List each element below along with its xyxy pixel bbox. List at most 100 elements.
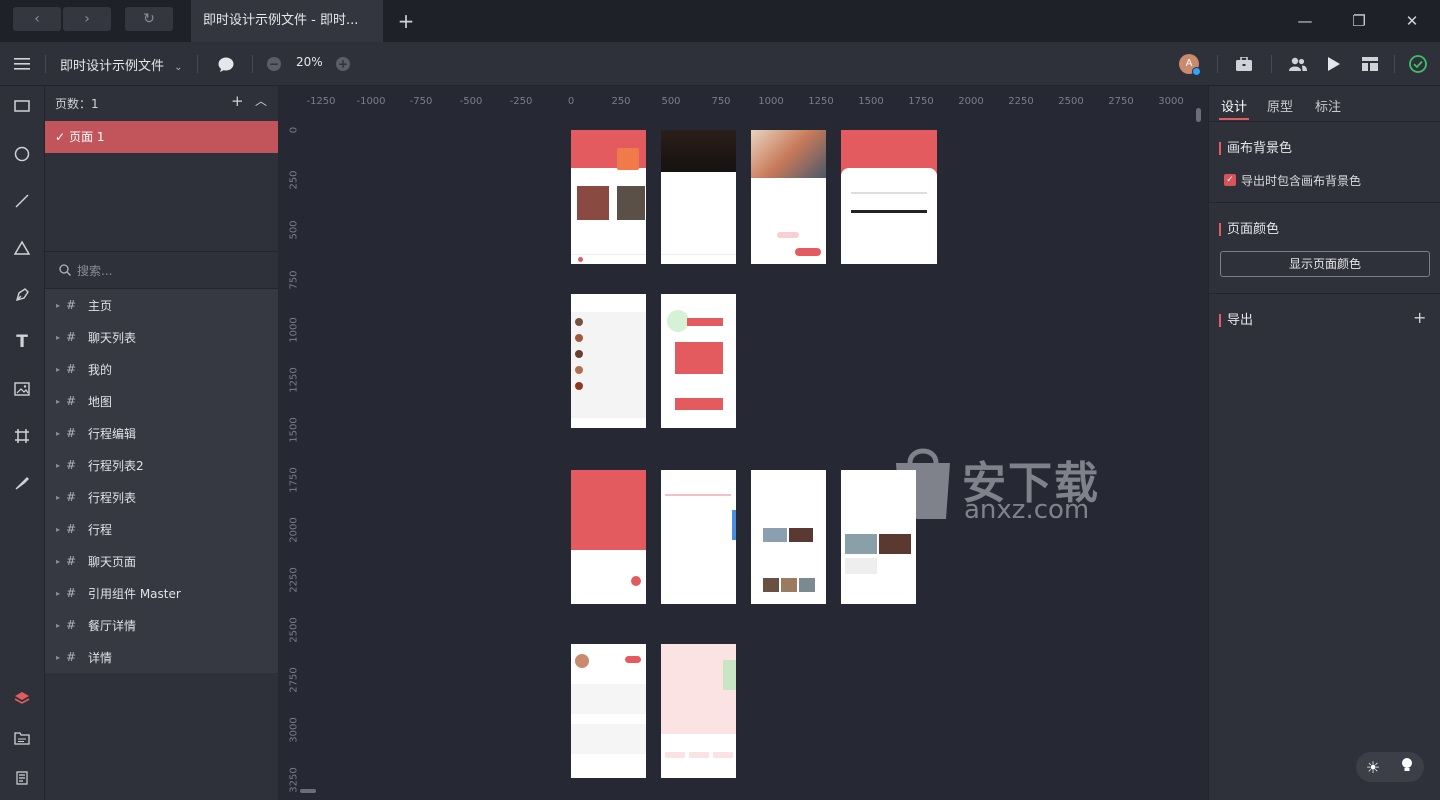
artboard-restaurant-detail[interactable] [571,644,646,778]
saved-status[interactable] [1408,53,1428,75]
slice-tool[interactable] [10,471,34,495]
caret-right-icon[interactable]: ▸ [56,589,66,598]
caret-right-icon[interactable]: ▸ [56,493,66,502]
canvas[interactable]: -1250 -1000 -750 -500 -250 0 250 500 750 1000 1250… [278,86,1208,800]
export-bg-checkbox[interactable]: ✓ [1224,174,1236,186]
layer-item[interactable]: ▸ # 我的 [45,353,278,385]
frame-tool[interactable] [10,424,34,448]
layout-button[interactable] [1360,53,1380,75]
layer-item[interactable]: ▸ # 行程编辑 [45,417,278,449]
layout-icon [1362,57,1378,71]
artboard-trip-list[interactable] [571,470,646,604]
artboard-detail[interactable] [661,644,736,778]
layer-item[interactable]: ▸ # 引用组件 Master [45,577,278,609]
caret-right-icon[interactable]: ▸ [56,365,66,374]
theme-toggle[interactable]: ☀ [1366,758,1380,777]
layer-item[interactable]: ▸ # 详情 [45,641,278,673]
layer-item[interactable]: ▸ # 主页 [45,289,278,321]
preview-button[interactable] [1325,53,1343,75]
title-bar: ‹ › ↻ 即时设计示例文件 - 即时... + — ❐ ✕ [0,0,1440,42]
rectangle-icon [14,100,30,112]
tab-design[interactable]: 设计 [1221,96,1247,115]
plugins-button[interactable] [1234,53,1254,75]
components-tab[interactable] [10,766,34,790]
artboard-profile[interactable] [751,130,826,264]
caret-right-icon[interactable]: ▸ [56,557,66,566]
layers-tab[interactable] [10,686,34,710]
document-tab[interactable]: 即时设计示例文件 - 即时... [191,0,383,42]
zoom-in-button[interactable]: + [335,53,351,75]
active-tab-indicator [1219,118,1249,120]
show-page-color-button[interactable]: 显示页面颜色 [1220,251,1430,277]
artboard-trip-list-2[interactable] [661,294,736,428]
minimize-button[interactable]: — [1292,10,1318,32]
add-page-button[interactable]: + [231,92,244,110]
artboard-chat-list[interactable] [661,130,736,264]
add-export-button[interactable]: + [1413,308,1426,327]
menu-button[interactable] [12,53,32,75]
tab-annotate[interactable]: 标注 [1315,96,1341,115]
layer-item[interactable]: ▸ # 行程列表2 [45,449,278,481]
main-toolbar: 即时设计示例文件 ⌄ − 20% + A [0,42,1440,86]
artboard-home[interactable] [571,130,646,264]
layer-item[interactable]: ▸ # 聊天列表 [45,321,278,353]
caret-right-icon[interactable]: ▸ [56,429,66,438]
zoom-out-button[interactable]: − [266,53,282,75]
user-avatar[interactable]: A [1178,53,1201,76]
caret-right-icon[interactable]: ▸ [56,653,66,662]
ruler-tick-label: 2500 [1058,96,1084,107]
text-tool[interactable]: T [10,330,34,354]
ruler-tick-label: 3250 [288,767,300,793]
zoom-level[interactable]: 20% [296,55,323,69]
close-button[interactable]: ✕ [1399,10,1425,32]
ellipse-tool[interactable] [10,142,34,166]
caret-right-icon[interactable]: ▸ [56,333,66,342]
share-button[interactable] [1288,53,1308,75]
artboard-chat-page[interactable] [751,470,826,604]
layers-icon [14,692,30,704]
pen-tool[interactable] [10,283,34,307]
layer-item[interactable]: ▸ # 行程列表 [45,481,278,513]
divider [197,55,198,73]
layer-item[interactable]: ▸ # 聊天页面 [45,545,278,577]
layer-label: 详情 [88,650,113,665]
restore-button[interactable]: ❐ [1346,10,1372,32]
forward-button[interactable]: › [63,7,111,31]
new-tab-button[interactable]: + [396,10,416,32]
vertical-ruler: 0 250 500 750 1000 1250 1500 1750 2000 2250 2500 27… [278,116,308,800]
book-icon [16,771,28,785]
horizontal-scrollbar[interactable] [300,789,316,793]
caret-right-icon[interactable]: ▸ [56,525,66,534]
artboard-component-master[interactable] [841,470,916,604]
tab-prototype[interactable]: 原型 [1267,96,1293,115]
reload-button[interactable]: ↻ [125,7,173,31]
artboard-map[interactable] [841,130,937,264]
line-tool[interactable] [10,189,34,213]
assets-tab[interactable] [10,726,34,750]
back-button[interactable]: ‹ [13,7,61,31]
search-input[interactable]: 搜索... [77,262,112,279]
collapse-pages-button[interactable]: ︿ [255,92,267,109]
layer-item[interactable]: ▸ # 地图 [45,385,278,417]
caret-right-icon[interactable]: ▸ [56,461,66,470]
divider [1209,121,1440,122]
layer-item[interactable]: ▸ # 餐厅详情 [45,609,278,641]
polygon-tool[interactable] [10,236,34,260]
layer-item[interactable]: ▸ # 行程 [45,513,278,545]
caret-right-icon[interactable]: ▸ [56,397,66,406]
artboard-trip[interactable] [661,470,736,604]
caret-right-icon[interactable]: ▸ [56,621,66,630]
artboard-trip-edit[interactable] [571,294,646,428]
tips-button[interactable] [1400,757,1414,777]
toolbox-icon [1236,57,1252,71]
comment-button[interactable] [216,53,236,75]
caret-right-icon[interactable]: ▸ [56,301,66,310]
document-title-dropdown[interactable]: 即时设计示例文件 ⌄ [60,55,183,74]
layer-label: 行程 [88,522,113,537]
page-item-1[interactable]: ✓ 页面 1 [45,121,278,153]
line-icon [15,194,29,208]
rectangle-tool[interactable] [10,94,34,118]
image-tool[interactable] [10,377,34,401]
layer-search[interactable]: 搜索... [45,252,278,288]
vertical-scrollbar[interactable] [1196,108,1201,122]
